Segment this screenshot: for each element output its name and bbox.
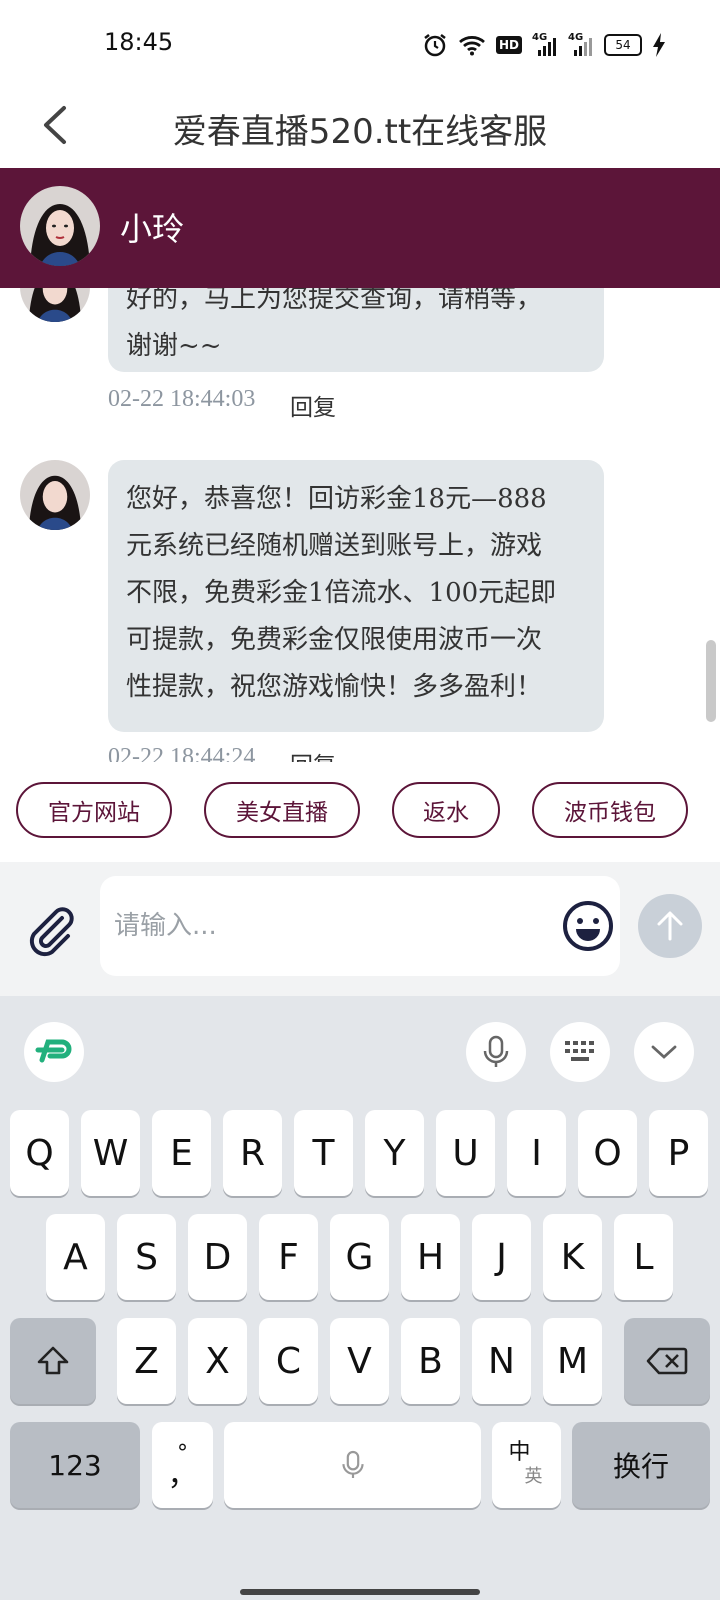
- microphone-icon: [341, 1450, 364, 1478]
- enter-key[interactable]: 换行: [572, 1422, 710, 1508]
- key-m[interactable]: M: [543, 1318, 602, 1404]
- voice-input-button[interactable]: [466, 1022, 526, 1082]
- shift-icon: [37, 1346, 69, 1375]
- key-g[interactable]: G: [330, 1214, 389, 1300]
- language-switch-key[interactable]: 中 英: [492, 1422, 561, 1508]
- status-bar: 18:45 HD 4G 4G 54: [0, 0, 720, 84]
- chevron-down-icon: [651, 1045, 677, 1059]
- home-indicator[interactable]: [240, 1589, 480, 1595]
- input-bar: [0, 862, 720, 996]
- quick-button-wallet[interactable]: 波币钱包: [532, 782, 688, 838]
- charging-icon: [652, 33, 666, 57]
- key-a[interactable]: A: [46, 1214, 105, 1300]
- hd-icon: HD: [495, 36, 522, 54]
- microphone-icon: [483, 1035, 509, 1067]
- smiley-icon: [563, 901, 613, 951]
- key-y[interactable]: Y: [365, 1110, 424, 1196]
- battery-icon: 54: [604, 34, 642, 56]
- shift-key[interactable]: [10, 1318, 96, 1404]
- keyboard-grid-icon: [565, 1041, 594, 1061]
- status-icons: HD 4G 4G 54: [422, 30, 666, 60]
- numbers-key[interactable]: 123: [10, 1422, 140, 1508]
- arrow-up-icon: [657, 911, 683, 941]
- wifi-icon: [458, 34, 486, 56]
- key-r[interactable]: R: [223, 1110, 282, 1196]
- agent-bar: 小玲: [0, 168, 720, 288]
- message-line: 性提款，祝您游戏愉快！多多盈利！: [126, 672, 543, 702]
- message-line: 谢谢~~: [126, 331, 222, 361]
- key-w[interactable]: W: [81, 1110, 140, 1196]
- key-n[interactable]: N: [472, 1318, 531, 1404]
- key-u[interactable]: U: [436, 1110, 495, 1196]
- emoji-button[interactable]: [560, 898, 616, 954]
- header: 爱春直播520.tt在线客服: [0, 84, 720, 168]
- chat-area[interactable]: 好的，马上为您提交查询，请稍等， 谢谢~~ 02-22 18:44:03 回复 …: [0, 288, 720, 762]
- key-e[interactable]: E: [152, 1110, 211, 1196]
- key-o[interactable]: O: [578, 1110, 637, 1196]
- punctuation-bottom: ，: [167, 1458, 198, 1493]
- message-bubble: 好的，马上为您提交查询，请稍等， 谢谢~~: [108, 288, 604, 372]
- send-button[interactable]: [638, 894, 702, 958]
- message-avatar: [20, 460, 90, 530]
- key-v[interactable]: V: [330, 1318, 389, 1404]
- quick-button-live[interactable]: 美女直播: [204, 782, 360, 838]
- page-title: 爱春直播520.tt在线客服: [172, 112, 548, 152]
- key-c[interactable]: C: [259, 1318, 318, 1404]
- quick-button-official-site[interactable]: 官方网站: [16, 782, 172, 838]
- language-bottom: 英: [524, 1466, 543, 1487]
- key-h[interactable]: H: [401, 1214, 460, 1300]
- key-z[interactable]: Z: [117, 1318, 176, 1404]
- backspace-key[interactable]: [624, 1318, 710, 1404]
- back-button[interactable]: [34, 100, 80, 150]
- punctuation-key[interactable]: ° ，: [152, 1422, 213, 1508]
- key-q[interactable]: Q: [10, 1110, 69, 1196]
- key-b[interactable]: B: [401, 1318, 460, 1404]
- keyboard-logo-button[interactable]: [24, 1022, 84, 1082]
- signal-4g-icon: 4G: [532, 32, 558, 58]
- key-x[interactable]: X: [188, 1318, 247, 1404]
- key-d[interactable]: D: [188, 1214, 247, 1300]
- keyboard: Q W E R T Y U I O P A S D F G H J K L Z …: [0, 996, 720, 1600]
- agent-name: 小玲: [120, 210, 185, 248]
- chevron-left-icon: [44, 106, 66, 144]
- key-j[interactable]: J: [472, 1214, 531, 1300]
- keyboard-logo-icon: [35, 1039, 72, 1063]
- message-timestamp: 02-22 18:44:03: [108, 386, 256, 412]
- key-t[interactable]: T: [294, 1110, 353, 1196]
- attach-button[interactable]: [22, 902, 78, 958]
- message-line: 不限，免费彩金1倍流水、100元起即: [126, 578, 557, 608]
- reply-button[interactable]: 回复: [290, 388, 336, 422]
- message-avatar: [20, 288, 90, 322]
- hide-keyboard-button[interactable]: [634, 1022, 694, 1082]
- key-k[interactable]: K: [543, 1214, 602, 1300]
- key-s[interactable]: S: [117, 1214, 176, 1300]
- message-line: 您好，恭喜您！回访彩金18元—888: [126, 484, 547, 514]
- key-l[interactable]: L: [614, 1214, 673, 1300]
- paperclip-icon: [29, 907, 74, 957]
- keyboard-layout-button[interactable]: [550, 1022, 610, 1082]
- quick-reply-bar: 官方网站 美女直播 返水 波币钱包: [0, 762, 720, 862]
- backspace-icon: [646, 1347, 688, 1375]
- key-f[interactable]: F: [259, 1214, 318, 1300]
- language-top: 中: [508, 1440, 531, 1465]
- reply-button[interactable]: 回复: [290, 746, 336, 762]
- message-bubble: 您好，恭喜您！回访彩金18元—888 元系统已经随机赠送到账号上，游戏 不限，免…: [108, 460, 604, 732]
- avatar-photo-icon: [20, 186, 100, 266]
- chat-scrollbar[interactable]: [706, 640, 716, 722]
- message-line: 可提款，免费彩金仅限使用波币一次: [126, 625, 543, 655]
- agent-avatar[interactable]: [20, 186, 100, 266]
- alarm-icon: [422, 32, 448, 58]
- message-input[interactable]: [100, 876, 620, 976]
- message-timestamp: 02-22 18:44:24: [108, 744, 256, 762]
- key-i[interactable]: I: [507, 1110, 566, 1196]
- message-line: 好的，马上为您提交查询，请稍等，: [126, 288, 543, 314]
- status-time: 18:45: [104, 28, 174, 56]
- quick-button-rebate[interactable]: 返水: [392, 782, 500, 838]
- signal-4g-icon: 4G: [568, 32, 594, 58]
- space-key[interactable]: [224, 1422, 481, 1508]
- key-p[interactable]: P: [649, 1110, 708, 1196]
- message-line: 元系统已经随机赠送到账号上，游戏: [126, 531, 543, 561]
